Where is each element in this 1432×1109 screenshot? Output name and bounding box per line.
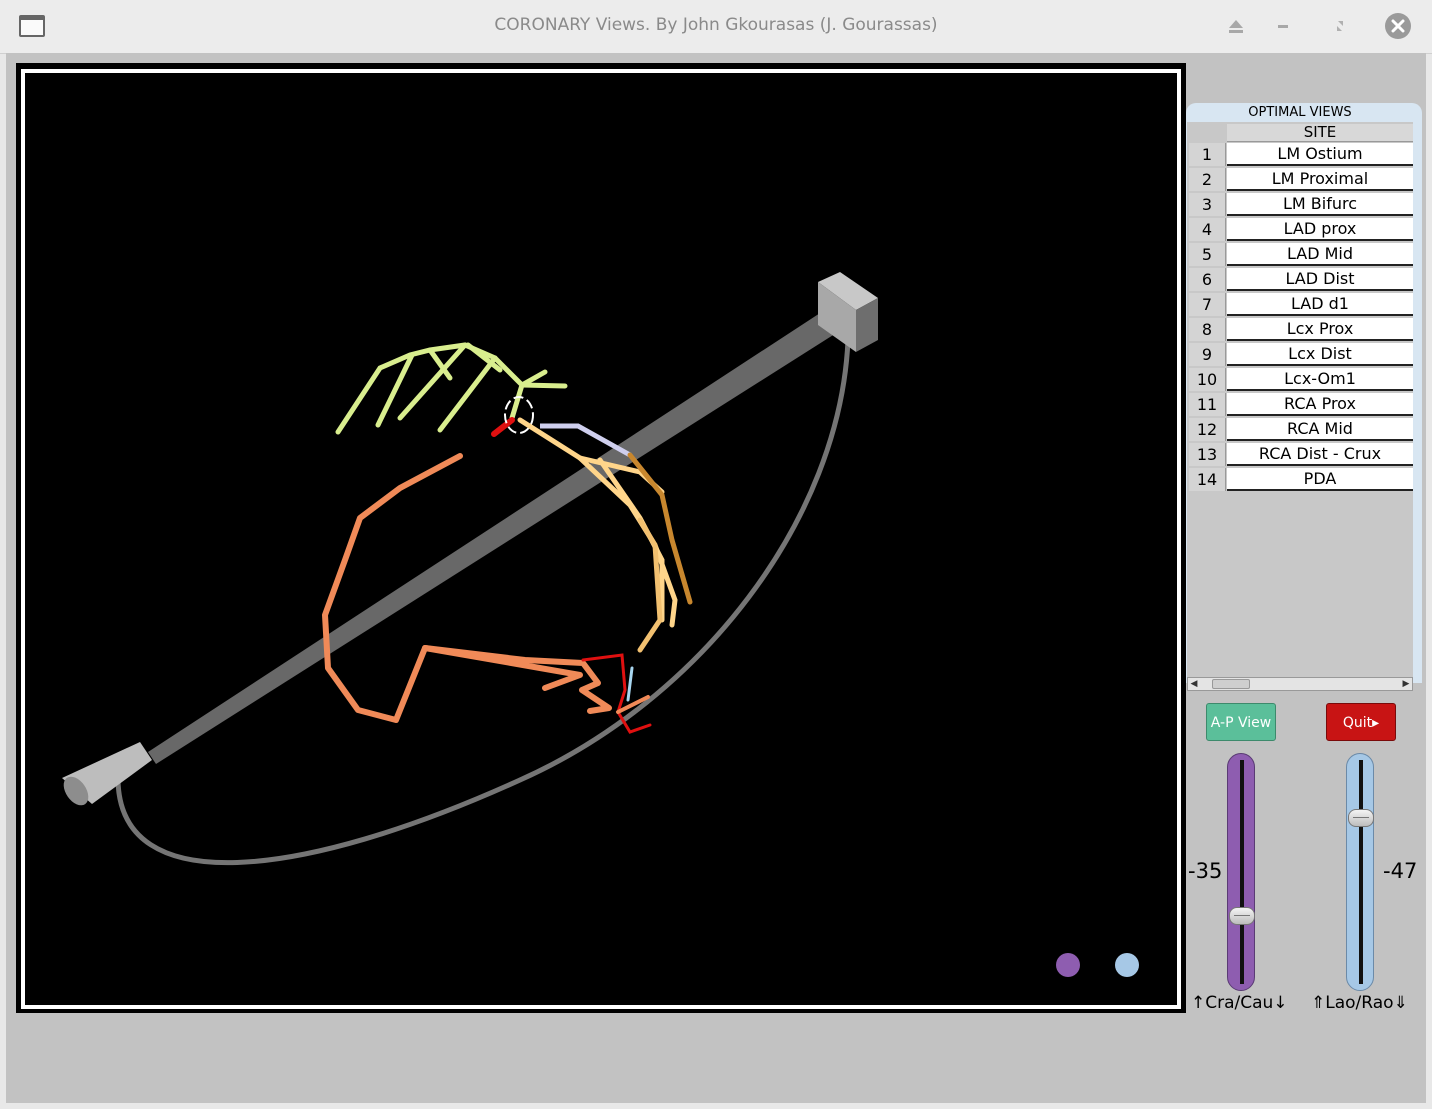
cra-cau-indicator-dot (1056, 953, 1080, 977)
table-row-number[interactable]: 1 (1189, 143, 1226, 166)
ap-view-button[interactable]: A-P View (1206, 703, 1276, 741)
table-row-number[interactable]: 10 (1189, 368, 1226, 391)
table-row-site[interactable]: LAD Dist (1227, 268, 1413, 291)
gantry-arc (115, 339, 851, 866)
table-row-number[interactable]: 8 (1189, 318, 1226, 341)
table-row-site[interactable]: LAD Mid (1227, 243, 1413, 266)
table-row-number[interactable]: 2 (1189, 168, 1226, 191)
table-row-number[interactable]: 14 (1189, 468, 1226, 491)
table-caption: OPTIMAL VIEWS (1248, 105, 1352, 120)
table-row-number[interactable]: 12 (1189, 418, 1226, 441)
lad-vessel (335, 342, 568, 435)
table-row-number[interactable]: 4 (1189, 218, 1226, 241)
scroll-left-icon[interactable]: ◀ (1188, 678, 1200, 690)
table-row-site[interactable]: LAD prox (1227, 218, 1413, 241)
scrollbar-thumb[interactable] (1212, 679, 1250, 689)
lao-rao-indicator-dot (1115, 953, 1139, 977)
table-row-site[interactable]: LM Proximal (1227, 168, 1413, 191)
column-header-site[interactable]: SITE (1227, 124, 1413, 142)
pda-vessel (581, 653, 652, 734)
table-row-number[interactable]: 13 (1189, 443, 1226, 466)
table-row-site[interactable]: Lcx-Om1 (1227, 368, 1413, 391)
quit-button[interactable]: Quit▸ (1326, 703, 1396, 741)
cra-cau-slider-knob[interactable] (1229, 907, 1255, 925)
table-row-site[interactable]: LM Ostium (1227, 143, 1413, 166)
table-row-site[interactable]: RCA Prox (1227, 393, 1413, 416)
table-row-site[interactable]: RCA Mid (1227, 418, 1413, 441)
lao-rao-label: ⇑Lao/Rao⇓ (1311, 993, 1408, 1013)
table-row-number[interactable]: 5 (1189, 243, 1226, 266)
cra-cau-value: -35 (1188, 859, 1223, 883)
scroll-right-icon[interactable]: ▶ (1400, 678, 1412, 690)
table-row-number[interactable]: 11 (1189, 393, 1226, 416)
table-row-number[interactable]: 3 (1189, 193, 1226, 216)
table-row-number[interactable]: 7 (1189, 293, 1226, 316)
detector-box (818, 272, 878, 352)
table-row-site[interactable]: Lcx Dist (1227, 343, 1413, 366)
table-row-site[interactable]: RCA Dist - Crux (1227, 443, 1413, 466)
table-row-number[interactable]: 6 (1189, 268, 1226, 291)
cra-cau-label: ↑Cra/Cau↓ (1191, 993, 1288, 1013)
lao-rao-value: -47 (1383, 859, 1418, 883)
table-row-site[interactable]: LM Bifurc (1227, 193, 1413, 216)
xray-source-cone (62, 742, 152, 806)
table-horizontal-scrollbar[interactable]: ◀ ▶ (1187, 677, 1413, 691)
table-row-site[interactable]: PDA (1227, 468, 1413, 491)
lao-rao-slider-knob[interactable] (1348, 809, 1374, 827)
table-row-number[interactable]: 9 (1189, 343, 1226, 366)
table-row-site[interactable]: Lcx Prox (1227, 318, 1413, 341)
table-row-site[interactable]: LAD d1 (1227, 293, 1413, 316)
lao-rao-slider[interactable] (1346, 753, 1374, 991)
cra-cau-slider[interactable] (1227, 753, 1255, 991)
